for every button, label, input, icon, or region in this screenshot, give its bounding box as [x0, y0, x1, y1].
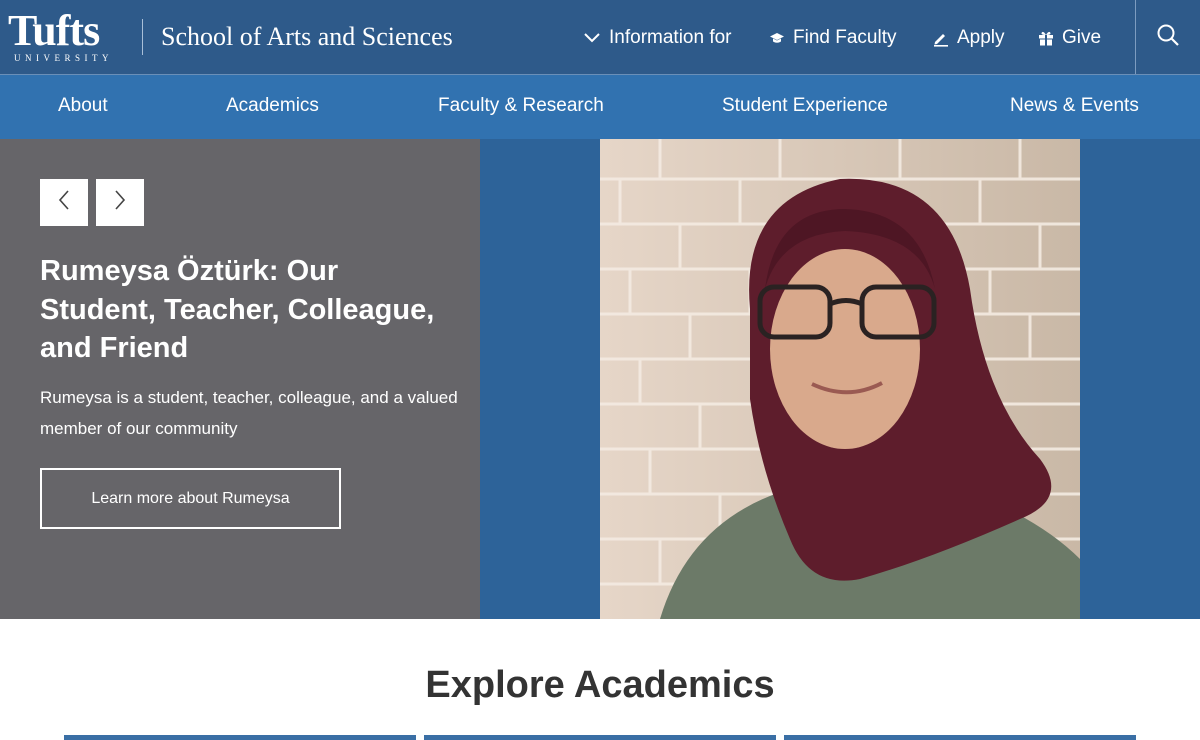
logo-divider: [142, 19, 143, 55]
give-link[interactable]: Give: [1038, 25, 1101, 51]
gift-icon: [1038, 30, 1054, 46]
learn-more-button[interactable]: Learn more about Rumeysa: [40, 468, 341, 529]
academic-card-bar: [64, 735, 416, 740]
pencil-icon: [932, 30, 949, 47]
main-nav: About Academics Faculty & Research Stude…: [0, 75, 1200, 139]
academic-card-bar: [424, 735, 776, 740]
academic-card-bar: [784, 735, 1136, 740]
nav-item-about[interactable]: About: [58, 95, 108, 117]
chevron-left-icon: [57, 189, 71, 216]
carousel-next-button[interactable]: [96, 179, 144, 226]
nav-item-news-events[interactable]: News & Events: [1010, 95, 1139, 117]
information-for-menu[interactable]: Information for: [583, 25, 732, 51]
nav-item-student-experience[interactable]: Student Experience: [722, 95, 888, 117]
nav-item-academics[interactable]: Academics: [226, 95, 319, 117]
search-icon: [1156, 23, 1180, 52]
find-faculty-label: Find Faculty: [793, 27, 897, 48]
logo-subtitle: UNIVERSITY: [14, 53, 113, 63]
top-header: Tufts UNIVERSITY School of Arts and Scie…: [0, 0, 1200, 75]
chevron-down-icon: [583, 32, 601, 44]
search-button[interactable]: [1135, 0, 1200, 74]
hero-photo: [600, 139, 1080, 619]
graduation-cap-icon: [769, 31, 785, 45]
apply-link[interactable]: Apply: [932, 25, 1005, 51]
hero-title: Rumeysa Öztürk: Our Student, Teacher, Co…: [40, 255, 435, 364]
give-label: Give: [1062, 27, 1102, 48]
logo-wordmark: Tufts: [8, 6, 100, 55]
find-faculty-link[interactable]: Find Faculty: [769, 25, 896, 51]
information-for-label: Information for: [609, 27, 732, 48]
apply-label: Apply: [957, 27, 1005, 48]
tufts-logo[interactable]: Tufts UNIVERSITY: [8, 6, 126, 64]
chevron-right-icon: [113, 189, 127, 216]
school-name[interactable]: School of Arts and Sciences: [161, 22, 453, 52]
carousel-prev-button[interactable]: [40, 179, 88, 226]
explore-academics-heading: Explore Academics: [425, 664, 775, 706]
hero-description: Rumeysa is a student, teacher, colleague…: [40, 388, 458, 438]
nav-item-faculty-research[interactable]: Faculty & Research: [438, 95, 604, 117]
